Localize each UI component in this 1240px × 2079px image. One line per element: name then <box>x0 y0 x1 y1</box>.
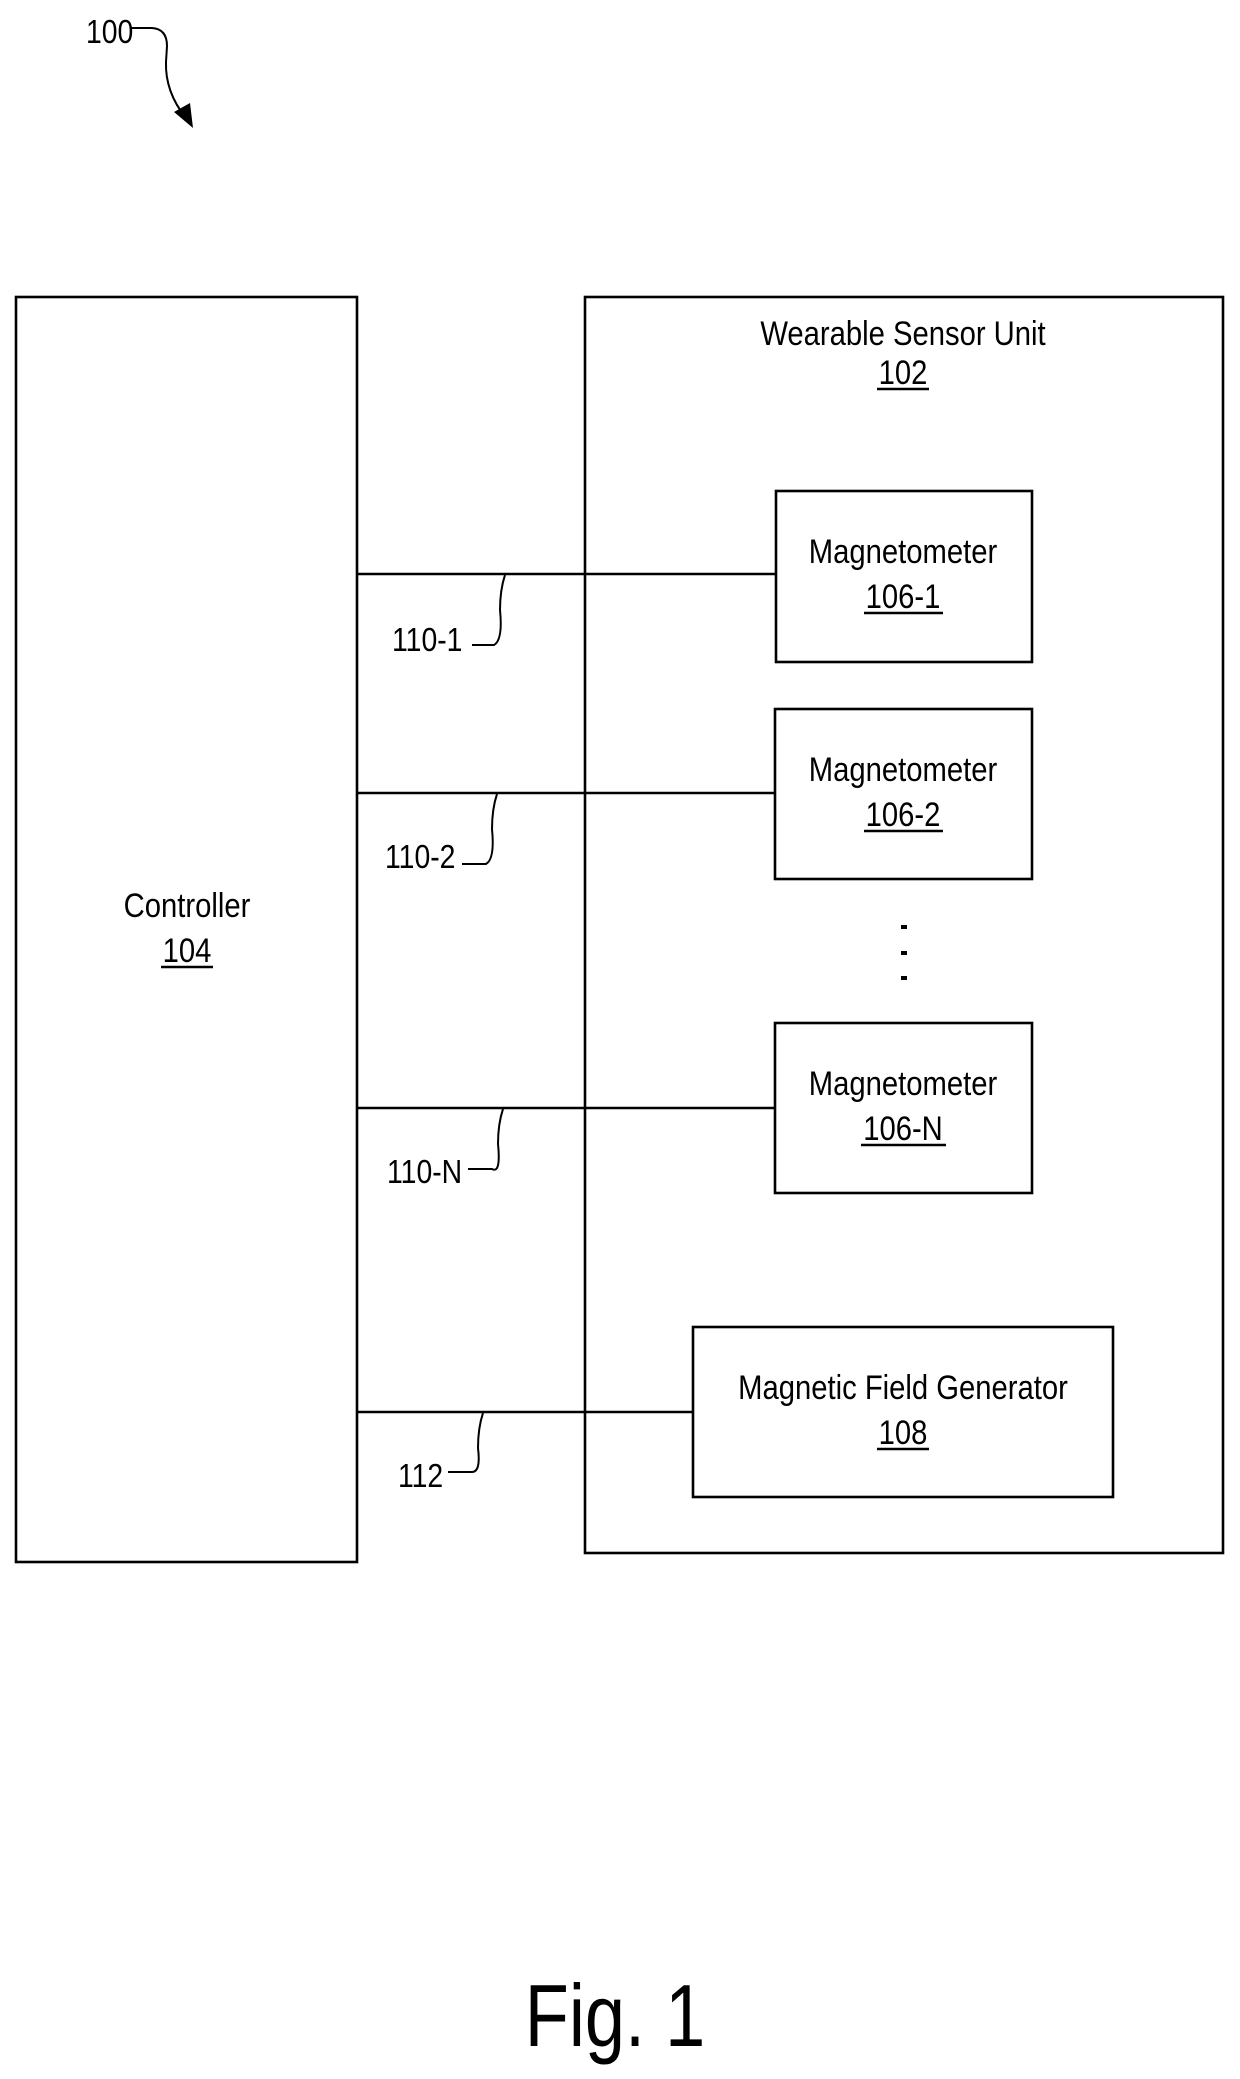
magnetometer-n-ref: 106-N <box>863 1109 943 1148</box>
connection-110-n-label: 110-N <box>387 1153 462 1191</box>
ellipsis-dot-3 <box>901 976 907 980</box>
figure-reference-label: 100 <box>86 13 133 51</box>
figure-reference-arrow-line <box>131 27 187 119</box>
magnetometer-1-ref: 106-1 <box>866 577 941 616</box>
connection-110-2-leader <box>462 793 498 865</box>
ellipsis-dot-1 <box>901 925 907 929</box>
magnetic-field-generator-title: Magnetic Field Generator <box>738 1368 1068 1407</box>
connection-110-1-leader <box>472 574 506 646</box>
connection-110-1-label: 110-1 <box>392 621 462 659</box>
controller-ref: 104 <box>163 931 212 970</box>
magnetic-field-generator-ref: 108 <box>879 1413 928 1452</box>
connection-110-2-label: 110-2 <box>385 838 455 876</box>
wearable-sensor-unit-title: Wearable Sensor Unit <box>760 314 1045 353</box>
magnetometer-n-title: Magnetometer <box>809 1064 998 1103</box>
wearable-sensor-unit-ref: 102 <box>879 353 928 392</box>
connection-112-leader <box>448 1412 484 1473</box>
block-diagram: 100 Controller 104 Wearable Sensor Unit … <box>14 13 1225 2066</box>
figure-reference-arrowhead-icon <box>174 103 193 128</box>
magnetometer-2-title: Magnetometer <box>809 750 998 789</box>
magnetometer-2-ref: 106-2 <box>866 795 941 834</box>
magnetometer-1-title: Magnetometer <box>809 532 998 571</box>
connection-110-n-leader <box>468 1108 504 1171</box>
figure-caption: Fig. 1 <box>525 1967 705 2065</box>
controller-block <box>14 295 359 1564</box>
connection-112-label: 112 <box>398 1457 443 1495</box>
ellipsis-dot-2 <box>901 951 907 955</box>
controller-title: Controller <box>124 886 251 925</box>
